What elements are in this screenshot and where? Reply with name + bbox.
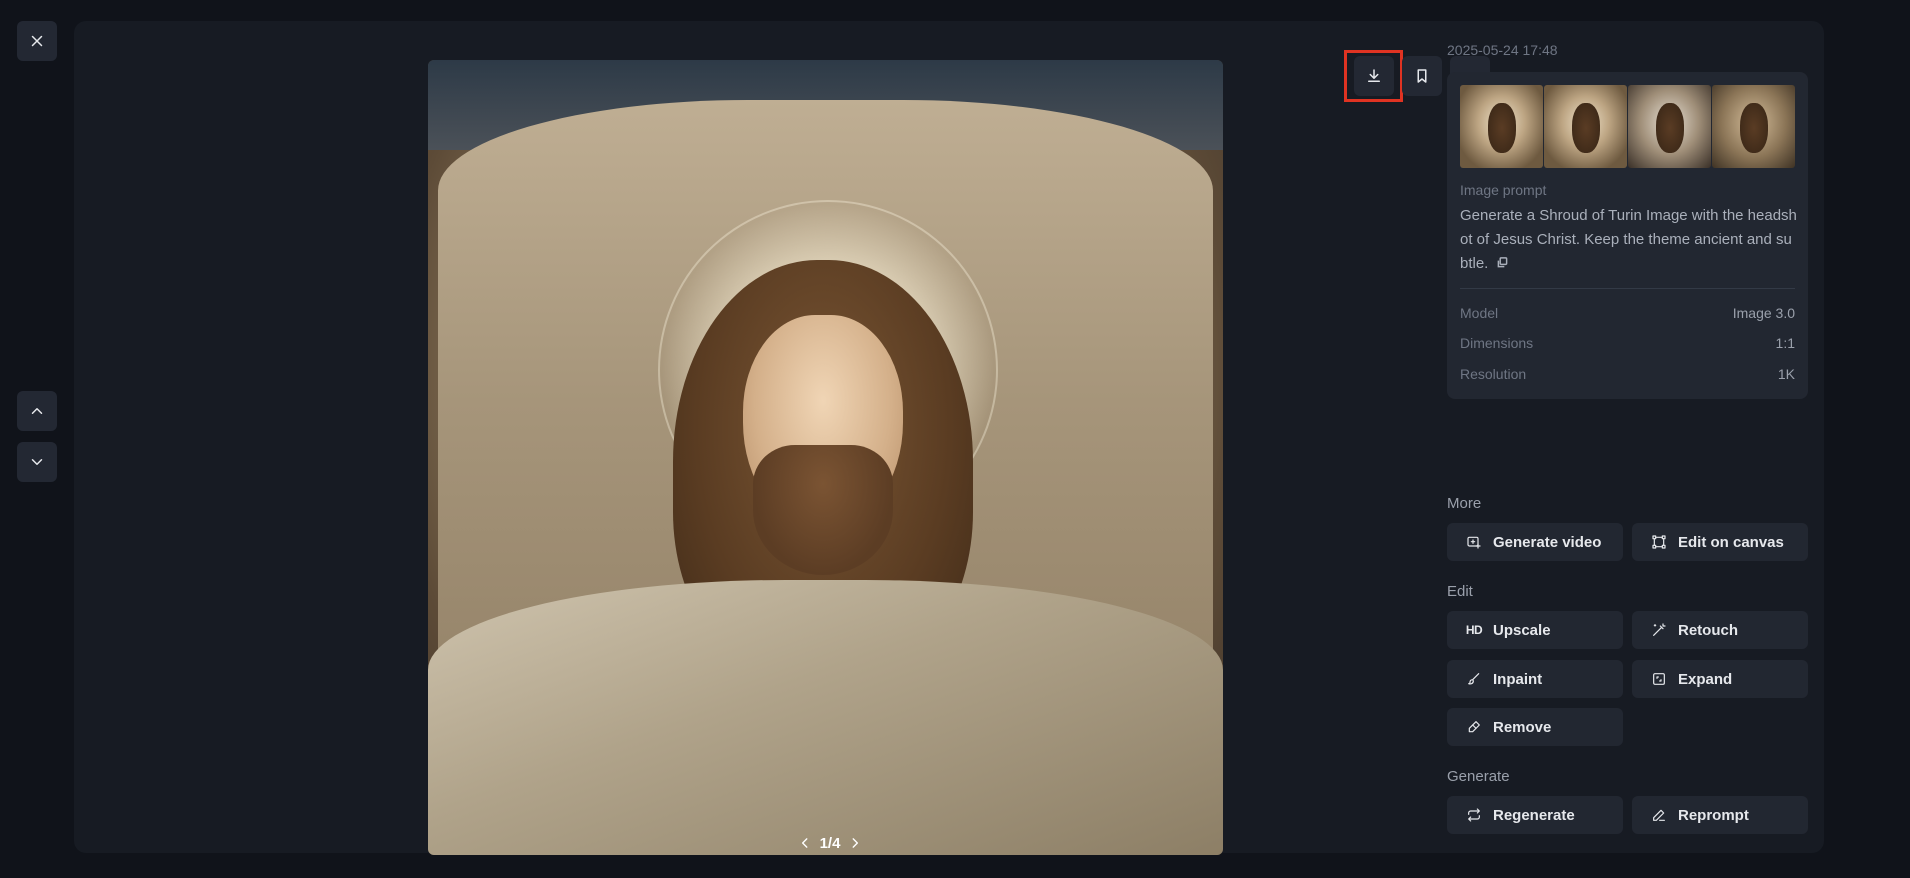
meta-value: 1K [1777,366,1795,382]
prompt-text: Generate a Shroud of Turin Image with th… [1460,207,1797,272]
reprompt-button[interactable]: Reprompt [1632,796,1808,834]
chevron-down-icon [31,459,43,465]
inpaint-button[interactable]: Inpaint [1447,660,1623,698]
upscale-button[interactable]: HD Upscale [1447,611,1623,649]
edit-on-canvas-button[interactable]: Edit on canvas [1632,523,1808,561]
meta-row-model: Model Image 3.0 [1460,305,1795,321]
meta-label: Dimensions [1460,335,1534,351]
prompt-label: Image prompt [1460,182,1547,198]
pager-label: 1/4 [819,834,841,852]
action-label: Edit on canvas [1678,533,1784,551]
generate-video-button[interactable]: Generate video [1447,523,1623,561]
next-image-button[interactable] [17,442,57,482]
prompt-text-block: Generate a Shroud of Turin Image with th… [1460,204,1800,276]
canvas-icon [1652,535,1666,549]
section-title-edit: Edit [1447,583,1473,600]
action-label: Regenerate [1493,806,1575,824]
image-robe [428,580,1223,855]
selection-highlight [1344,50,1403,102]
created-timestamp: 2025-05-24 17:48 [1447,42,1558,58]
close-icon [31,35,43,47]
expand-icon [1653,673,1665,685]
remove-button[interactable]: Remove [1447,708,1623,746]
bookmark-icon [1417,69,1427,83]
image-pager: 1/4 [785,831,875,855]
meta-label: Resolution [1460,366,1527,382]
copy-icon[interactable] [1497,252,1508,276]
video-plus-icon [1467,536,1481,549]
generated-image[interactable] [428,60,1223,855]
magic-wand-icon [1653,623,1666,636]
regenerate-button[interactable]: Regenerate [1447,796,1623,834]
chevron-left-icon[interactable] [798,836,812,850]
meta-label: Model [1460,305,1499,321]
meta-value: 1:1 [1775,335,1795,351]
divider [1460,288,1795,289]
action-label: Generate video [1493,533,1602,551]
action-label: Upscale [1493,621,1551,639]
thumbnail-strip [1460,85,1795,168]
chevron-right-icon[interactable] [848,836,862,850]
retouch-button[interactable]: Retouch [1632,611,1808,649]
thumbnail-3[interactable] [1628,85,1711,168]
section-title-generate: Generate [1447,768,1510,785]
image-beard [753,445,893,575]
expand-button[interactable]: Expand [1632,660,1808,698]
bookmark-button[interactable] [1402,56,1442,96]
action-label: Inpaint [1493,670,1543,688]
chevron-up-icon [31,408,43,414]
details-sidebar: 2025-05-24 17:48 Image prompt Generate a… [1447,0,1808,878]
brush-icon [1468,673,1480,685]
pencil-icon [1653,809,1665,821]
action-label: Retouch [1678,621,1738,639]
section-title-more: More [1447,495,1482,512]
previous-image-button[interactable] [17,391,57,431]
thumbnail-4[interactable] [1712,85,1795,168]
meta-value: Image 3.0 [1732,305,1795,321]
close-button[interactable] [17,21,57,61]
eraser-icon [1468,721,1480,733]
hd-icon: HD [1465,623,1483,637]
info-card: Image prompt Generate a Shroud of Turin … [1447,72,1808,399]
repeat-icon [1468,808,1480,822]
meta-row-dimensions: Dimensions 1:1 [1460,335,1795,351]
thumbnail-1[interactable] [1460,85,1543,168]
action-label: Reprompt [1678,806,1749,824]
action-label: Remove [1493,718,1552,736]
thumbnail-2[interactable] [1544,85,1627,168]
action-label: Expand [1678,670,1733,688]
meta-row-resolution: Resolution 1K [1460,366,1795,382]
